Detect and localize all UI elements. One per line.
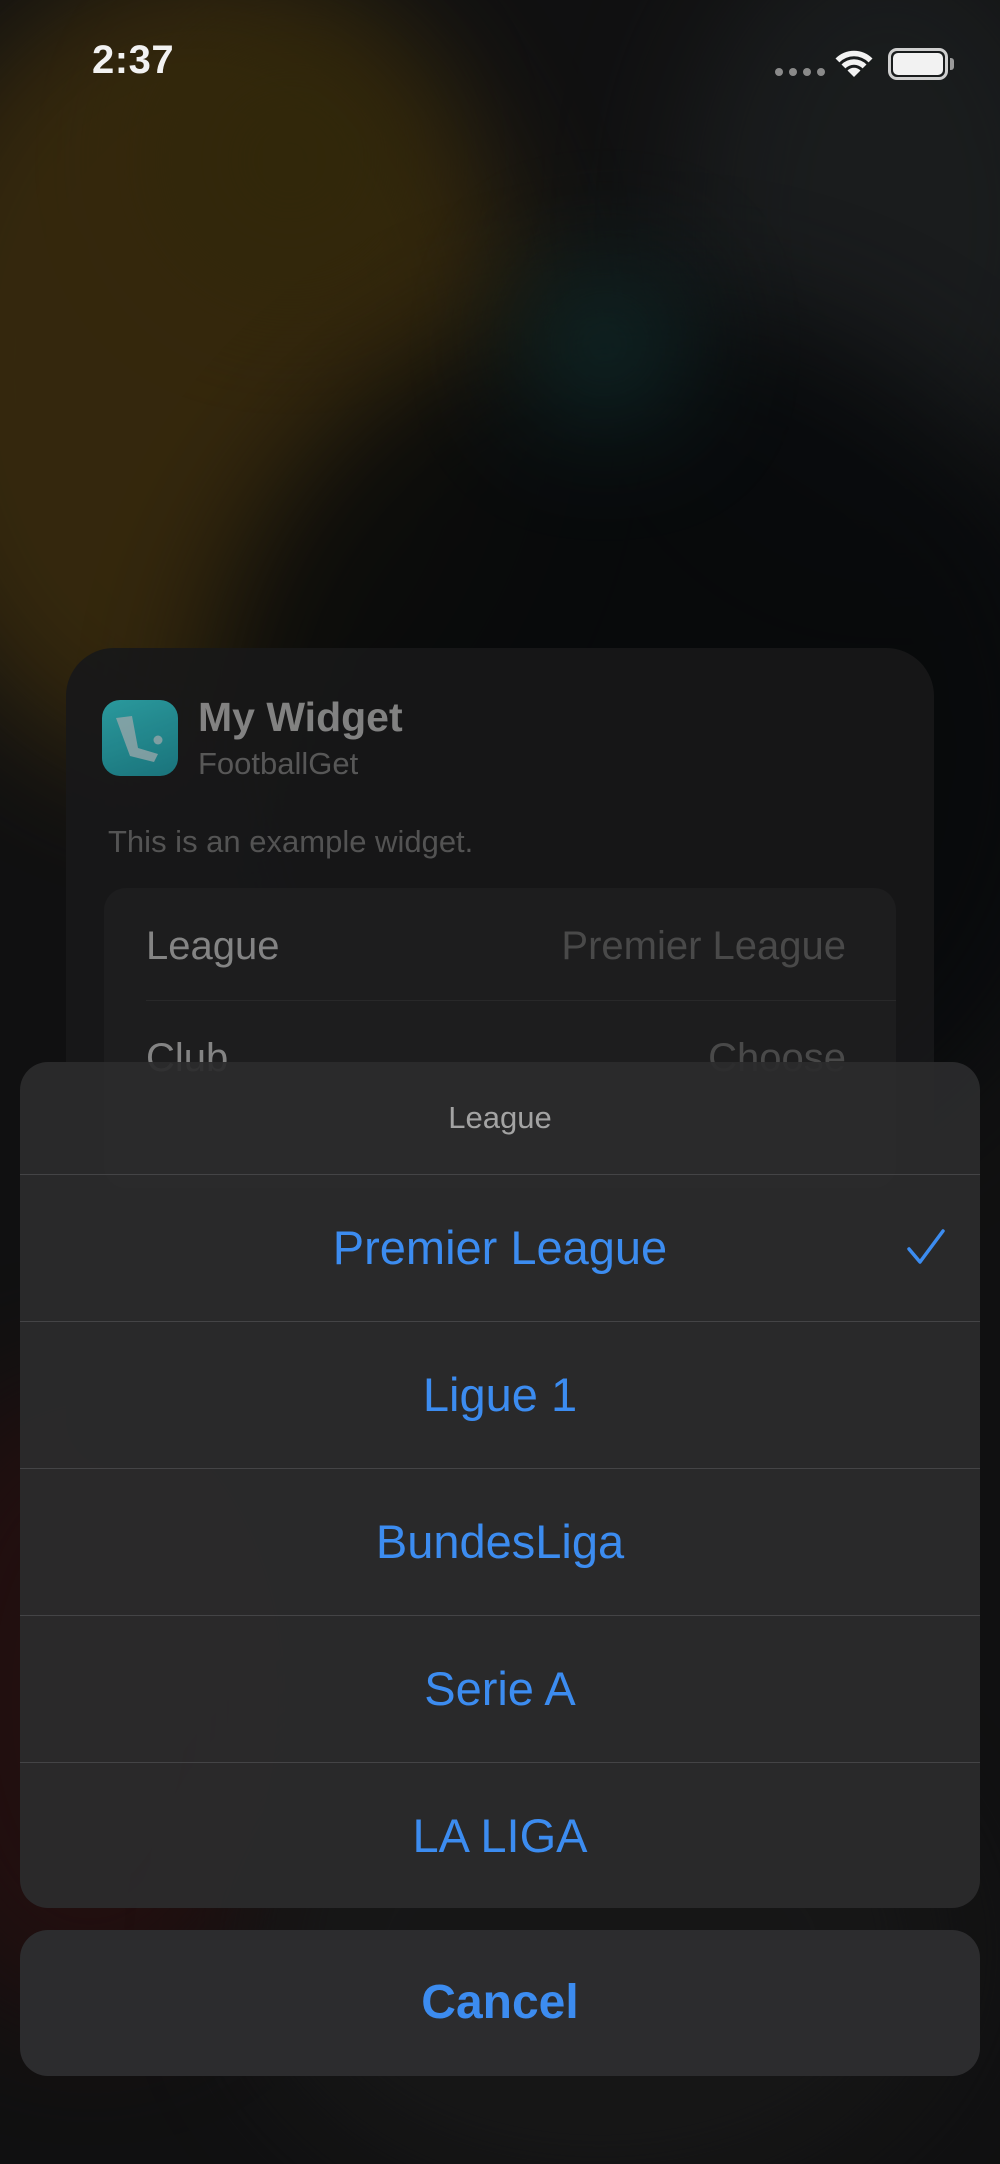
- screen: 2:37 My Widget FootballGet This is an ex…: [0, 0, 1000, 2164]
- option-label: BundesLiga: [375, 1515, 625, 1568]
- status-bar: 2:37: [0, 0, 1000, 130]
- league-action-sheet: League Premier League Ligue 1 BundesLiga…: [20, 1062, 980, 1908]
- option-la-liga[interactable]: LA LIGA: [20, 1762, 980, 1908]
- widget-description: This is an example widget.: [108, 824, 474, 859]
- checkmark-icon: [907, 1229, 945, 1264]
- signal-dots-icon: [775, 68, 825, 76]
- widget-app-name: FootballGet: [198, 746, 359, 781]
- action-sheet-title: League: [448, 1100, 552, 1135]
- footballget-app-icon: [102, 700, 178, 776]
- setting-row-league[interactable]: League Premier League: [104, 888, 896, 1000]
- option-premier-league[interactable]: Premier League: [20, 1174, 980, 1321]
- option-label: Ligue 1: [422, 1368, 578, 1421]
- setting-value: Premier League: [561, 924, 846, 968]
- setting-label: League: [146, 924, 280, 968]
- status-time: 2:37: [92, 38, 175, 82]
- wifi-icon: [835, 50, 873, 77]
- option-label: Serie A: [424, 1662, 576, 1715]
- cancel-button[interactable]: Cancel: [20, 1930, 980, 2076]
- option-bundesliga[interactable]: BundesLiga: [20, 1468, 980, 1615]
- widget-name: My Widget: [198, 694, 403, 740]
- option-label: Premier League: [332, 1221, 668, 1274]
- divider: [146, 1000, 896, 1001]
- battery-icon: [888, 48, 954, 80]
- option-label: LA LIGA: [412, 1809, 588, 1862]
- cancel-label: Cancel: [421, 1976, 579, 2029]
- option-ligue-1[interactable]: Ligue 1: [20, 1321, 980, 1468]
- option-serie-a[interactable]: Serie A: [20, 1615, 980, 1762]
